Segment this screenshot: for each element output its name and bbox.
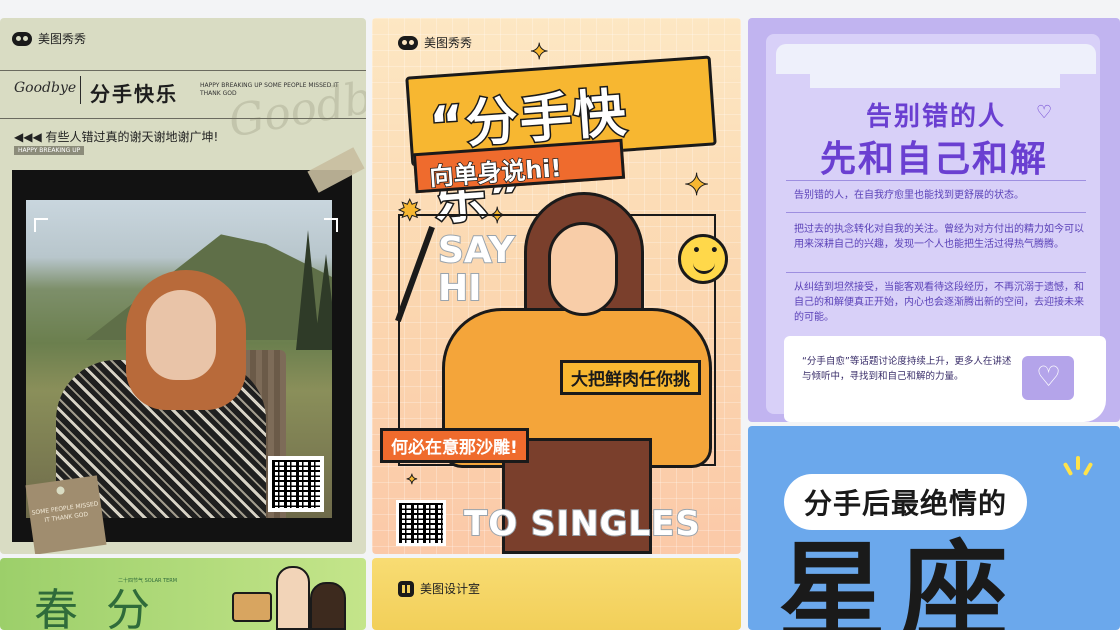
template-card-blue-zodiac[interactable]: 分手后最绝情的 星座 xyxy=(748,426,1120,630)
tagline: ◀◀◀ 有些人错过真的谢天谢地谢广坤! xyxy=(14,130,219,144)
divider xyxy=(80,76,81,104)
mini-tag: HAPPY BREAKING UP xyxy=(14,146,85,155)
hang-tag: SOME PEOPLE MISSED IT THANK GOD xyxy=(25,475,107,554)
person-shape xyxy=(310,582,346,630)
spark-lines-icon xyxy=(1062,456,1096,477)
goodbye-text: Goodbye xyxy=(14,80,77,96)
say-hi-text: SAY HI xyxy=(437,230,515,309)
paper-tab xyxy=(776,44,1096,88)
meitu-design-brand: 美图设计室 xyxy=(398,580,480,597)
brand-label: 美图秀秀 xyxy=(38,32,87,46)
template-card-yellow[interactable]: 美图设计室 xyxy=(372,558,741,630)
paragraph: 从纠结到坦然接受，当能客观看待这段经历，不再沉溺于遗憾，和自己的和解便真正开始，… xyxy=(794,282,1084,323)
divider xyxy=(0,70,366,71)
qr-code-icon xyxy=(268,456,324,512)
broken-heart-icon xyxy=(1022,356,1074,400)
face-shape xyxy=(548,222,618,316)
brand-label: 美图设计室 xyxy=(420,582,481,596)
divider xyxy=(786,180,1086,181)
note-card: “分手自愈”等话题讨论度持续上升，更多人在讲述与倾听中，寻找到和自己和解的力量。 xyxy=(784,336,1106,422)
brand-label: 美图秀秀 xyxy=(424,36,473,50)
headline-large: 先和自己和解 xyxy=(820,139,1049,180)
paragraph: 告别错的人，在自我疗愈里也能找到更舒展的状态。 xyxy=(794,190,1024,201)
meitu-brand: 美图秀秀 xyxy=(12,30,86,47)
sticker-tag: 大把鲜肉任你挑 xyxy=(560,360,701,395)
sparkle-icon: ✦ xyxy=(683,168,710,204)
template-card-spring[interactable]: 春分 二十四节气 SOLAR TERM xyxy=(0,558,366,630)
sticker-tag: 何必在意那沙雕! xyxy=(380,428,529,463)
template-card-orange-poster[interactable]: 美图秀秀 ✦ “分手快乐” 向单身说hi! ✦ ✦ ✸ SAY HI 大把鲜肉任… xyxy=(372,18,741,554)
pill-headline: 分手后最绝情的 xyxy=(784,474,1028,530)
template-grid: 美图秀秀 Goodbye 分手快乐 HAPPY BREAKING UP SOME… xyxy=(0,0,1120,630)
divider xyxy=(786,272,1086,273)
corner-mark xyxy=(324,218,338,232)
basket-shape xyxy=(232,592,272,622)
star-icon: ✸ xyxy=(397,194,422,228)
sparkle-icon: ✦ xyxy=(529,40,549,66)
template-card-purple-healing[interactable]: 告别错的人 ♡ 先和自己和解 告别错的人，在自我疗愈里也能找到更舒展的状态。 把… xyxy=(748,18,1120,422)
corner-mark xyxy=(34,218,48,232)
divider xyxy=(786,212,1086,213)
note-text: “分手自愈”等话题讨论度持续上升，更多人在讲述与倾听中，寻找到和自己和解的力量。 xyxy=(802,356,1012,382)
big-headline: 星座 xyxy=(778,531,1023,630)
solar-term-label: 二十四节气 SOLAR TERM xyxy=(118,578,178,584)
hi-text: HI xyxy=(437,268,483,309)
say-text: SAY xyxy=(437,230,515,271)
smiley-icon xyxy=(678,234,728,284)
design-studio-logo-icon xyxy=(398,580,414,597)
meitu-brand: 美图秀秀 xyxy=(398,34,472,51)
paper-sheet: 告别错的人 ♡ 先和自己和解 告别错的人，在自我疗愈里也能找到更舒展的状态。 把… xyxy=(766,34,1106,422)
face-shape xyxy=(146,290,216,380)
sparkle-icon: ✦ xyxy=(406,472,419,489)
headline-small: 告别错的人 xyxy=(866,102,1007,132)
meitu-logo-icon xyxy=(12,31,32,46)
paragraph: 把过去的执念转化对自我的关注。曾经为对方付出的精力如今可以用来深耕自己的兴趣，发… xyxy=(794,224,1084,250)
qr-code-icon xyxy=(396,500,446,546)
singles-text: TO SINGLES xyxy=(463,503,701,545)
poster-title: 分手快乐 xyxy=(90,82,178,106)
meitu-logo-icon xyxy=(398,35,418,50)
broken-heart-icon: ♡ xyxy=(1036,102,1053,123)
script-watermark: Goodbye xyxy=(225,63,366,148)
person-shape xyxy=(276,566,310,630)
template-card-breakup-photo[interactable]: 美图秀秀 Goodbye 分手快乐 HAPPY BREAKING UP SOME… xyxy=(0,18,366,554)
